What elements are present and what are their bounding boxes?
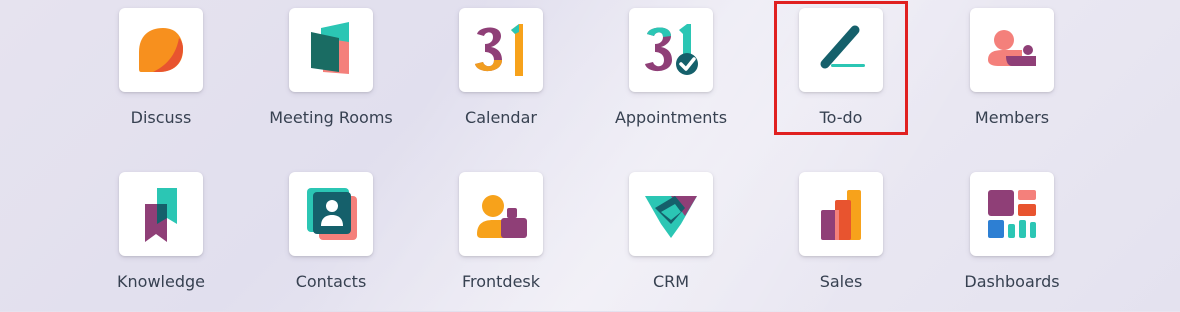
contacts-icon [307, 188, 357, 240]
crm-icon [645, 196, 697, 238]
app-tile[interactable] [459, 8, 543, 92]
app-members[interactable]: Members [942, 8, 1082, 148]
app-frontdesk[interactable]: Frontdesk [431, 172, 571, 312]
app-calendar[interactable]: Calendar [431, 8, 571, 148]
app-appointments[interactable]: Appointments [601, 8, 741, 148]
app-label: Contacts [295, 272, 367, 291]
app-label: Sales [819, 272, 863, 291]
app-label: To-do [819, 108, 863, 127]
discuss-icon [139, 28, 183, 72]
app-tile[interactable] [459, 172, 543, 256]
app-tile[interactable] [799, 8, 883, 92]
sales-icon [821, 190, 861, 240]
app-label: Members [974, 108, 1050, 127]
app-todo[interactable]: To-do [771, 8, 911, 148]
app-label: Calendar [465, 108, 537, 127]
app-knowledge[interactable]: Knowledge [91, 172, 231, 312]
calendar-icon [475, 24, 523, 76]
app-tile[interactable] [799, 172, 883, 256]
app-sales[interactable]: Sales [771, 172, 911, 312]
app-tile[interactable] [119, 8, 203, 92]
app-label: Knowledge [117, 272, 205, 291]
app-dashboards[interactable]: Dashboards [942, 172, 1082, 312]
members-icon [988, 30, 1036, 66]
frontdesk-icon [477, 195, 527, 238]
app-tile[interactable] [970, 172, 1054, 256]
app-tile[interactable] [970, 8, 1054, 92]
app-tile[interactable] [119, 172, 203, 256]
appointments-icon [645, 24, 698, 75]
app-meeting-rooms[interactable]: Meeting Rooms [261, 8, 401, 148]
app-contacts[interactable]: Contacts [261, 172, 401, 312]
knowledge-icon [145, 188, 177, 242]
app-crm[interactable]: CRM [601, 172, 741, 312]
app-label: Appointments [614, 108, 728, 127]
meeting-rooms-icon [311, 22, 349, 74]
app-label: Meeting Rooms [269, 108, 393, 127]
app-discuss[interactable]: Discuss [91, 8, 231, 148]
app-label: Frontdesk [461, 272, 541, 291]
app-label: CRM [652, 272, 690, 291]
app-tile[interactable] [289, 172, 373, 256]
app-tile[interactable] [629, 172, 713, 256]
todo-icon [820, 25, 865, 69]
app-label: Dashboards [964, 272, 1060, 291]
app-label: Discuss [130, 108, 192, 127]
app-tile[interactable] [289, 8, 373, 92]
dashboards-icon [988, 190, 1036, 238]
app-tile[interactable] [629, 8, 713, 92]
